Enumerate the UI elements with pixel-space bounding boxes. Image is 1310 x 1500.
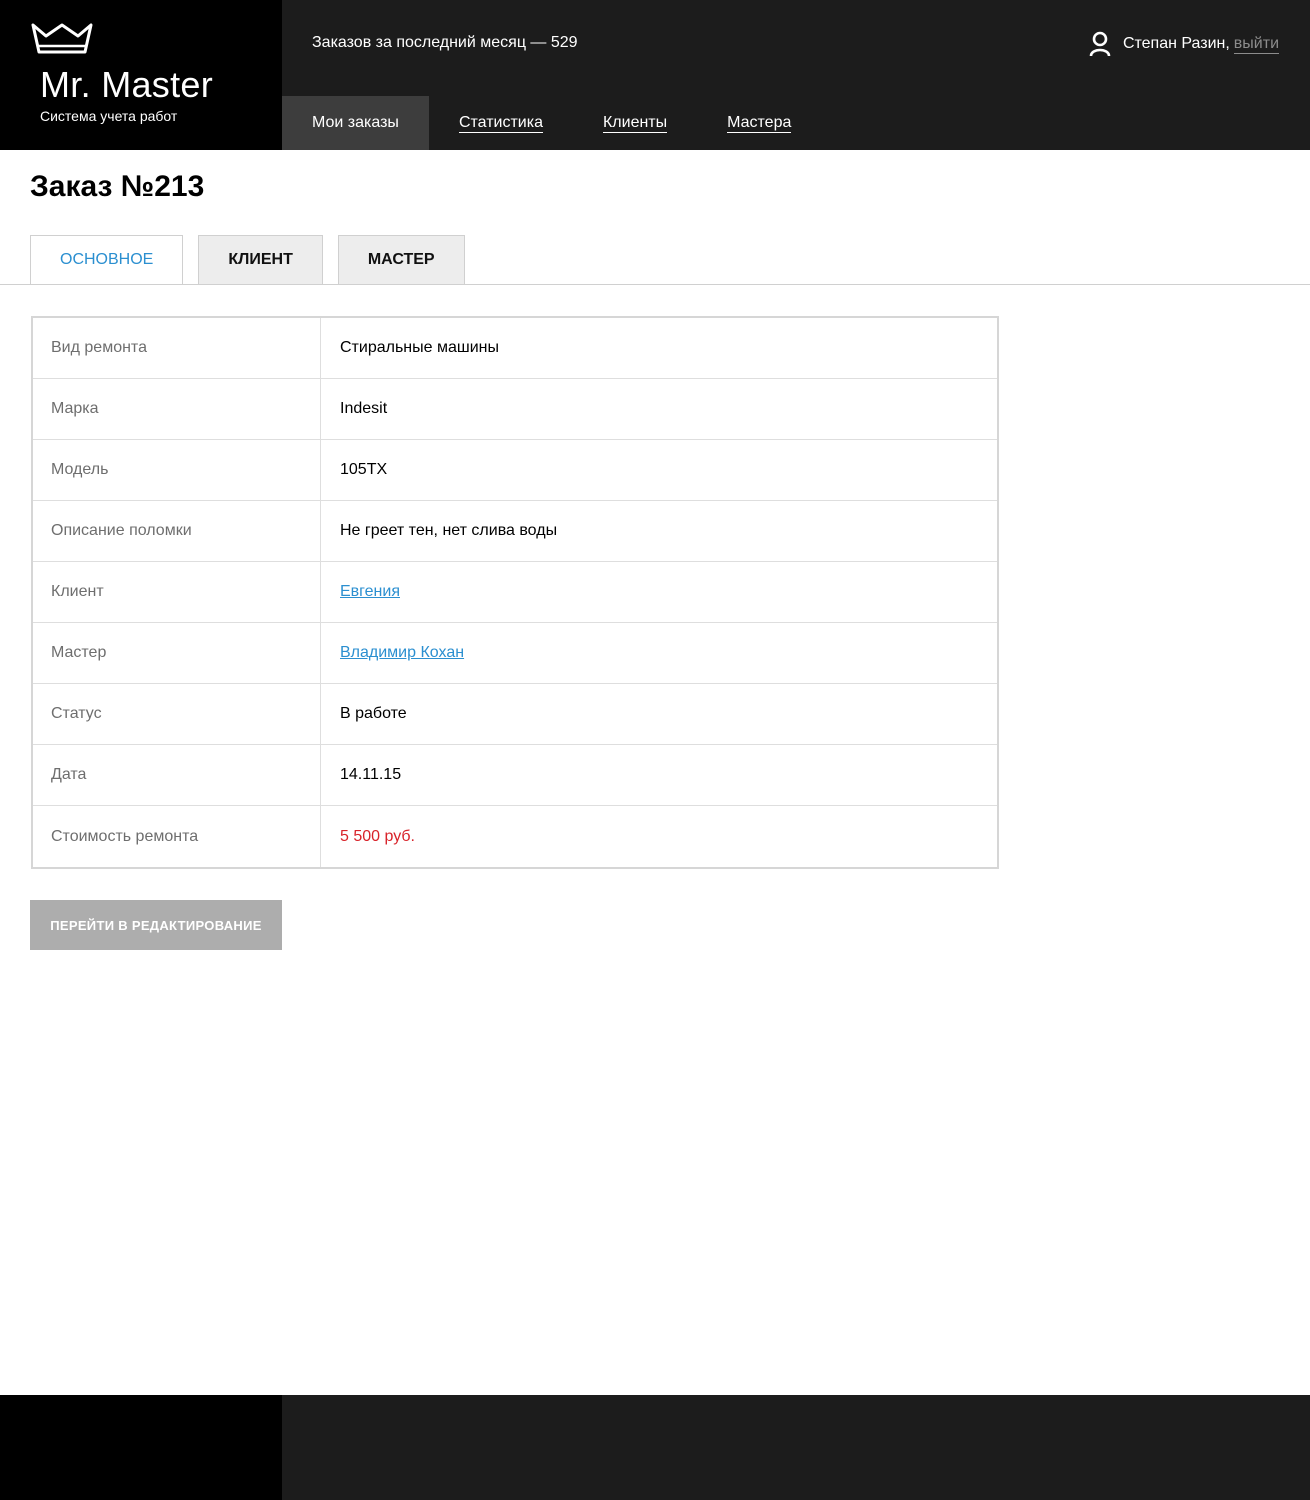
nav-item-label: Клиенты xyxy=(602,113,668,133)
row-label: Модель xyxy=(33,440,321,500)
nav-item-label: Мастера xyxy=(727,113,792,133)
main-nav: Мои заказы Статистика Клиенты Мастера xyxy=(282,96,821,150)
brand-tagline: Система учета работ xyxy=(40,108,178,124)
table-row: Вид ремонта Стиральные машины xyxy=(33,318,997,379)
app-footer xyxy=(0,1395,1310,1500)
client-link[interactable]: Евгения xyxy=(340,583,400,601)
table-row: Стоимость ремонта 5 500 руб. xyxy=(33,806,997,867)
row-label: Описание поломки xyxy=(33,501,321,561)
table-row: Клиент Евгения xyxy=(33,562,997,623)
user-area: Степан Разин, выйти xyxy=(1089,30,1279,58)
nav-item-label: Мои заказы xyxy=(312,114,399,131)
row-value-repair-type: Стиральные машины xyxy=(340,339,499,356)
row-value-model: 105TX xyxy=(340,461,388,478)
row-label: Вид ремонта xyxy=(33,318,321,378)
nav-item-my-orders[interactable]: Мои заказы xyxy=(282,96,429,150)
tab-master[interactable]: Мастер xyxy=(337,235,465,285)
nav-item-statistics[interactable]: Статистика xyxy=(429,96,573,150)
row-value-master: Владимир Кохан xyxy=(321,623,997,683)
table-row: Описание поломки Не греет тен, нет слива… xyxy=(33,501,997,562)
tabs-divider xyxy=(0,284,1310,285)
footer-logo-block xyxy=(0,1395,282,1500)
row-value-brand: Indesit xyxy=(340,400,388,417)
row-label: Клиент xyxy=(33,562,321,622)
edit-button[interactable]: Перейти в редактирование xyxy=(30,900,282,950)
row-label: Статус xyxy=(33,684,321,744)
row-value-client: Евгения xyxy=(321,562,997,622)
row-value-status: В работе xyxy=(340,705,407,722)
row-label: Мастер xyxy=(33,623,321,683)
row-label: Марка xyxy=(33,379,321,439)
logo-block[interactable]: Mr. Master Система учета работ xyxy=(0,0,282,150)
table-row: Статус В работе xyxy=(33,684,997,745)
row-value-date: 14.11.15 xyxy=(340,766,402,783)
row-value-price: 5 500 руб. xyxy=(340,827,415,845)
tabs: Основное Клиент Мастер xyxy=(30,235,480,285)
order-details-table: Вид ремонта Стиральные машины Марка Inde… xyxy=(31,316,999,869)
table-row: Марка Indesit xyxy=(33,379,997,440)
table-row: Дата 14.11.15 xyxy=(33,745,997,806)
nav-item-clients[interactable]: Клиенты xyxy=(573,96,697,150)
logout-link[interactable]: выйти xyxy=(1233,35,1279,54)
user-name: Степан Разин, xyxy=(1122,35,1230,52)
nav-item-label: Статистика xyxy=(458,113,543,133)
tab-main[interactable]: Основное xyxy=(30,235,184,285)
app-header: Mr. Master Система учета работ Заказов з… xyxy=(0,0,1310,150)
brand-name: Mr. Master xyxy=(40,64,214,105)
master-link[interactable]: Владимир Кохан xyxy=(340,644,464,662)
crown-basin-icon xyxy=(31,23,93,54)
table-row: Мастер Владимир Кохан xyxy=(33,623,997,684)
page-title: Заказ №213 xyxy=(30,170,205,203)
nav-item-masters[interactable]: Мастера xyxy=(697,96,821,150)
tab-client[interactable]: Клиент xyxy=(198,235,323,285)
row-label: Стоимость ремонта xyxy=(33,806,321,867)
row-value-fault-description: Не греет тен, нет слива воды xyxy=(340,522,558,539)
user-icon xyxy=(1089,31,1111,57)
row-label: Дата xyxy=(33,745,321,805)
table-row: Модель 105TX xyxy=(33,440,997,501)
orders-count: Заказов за последний месяц — 529 xyxy=(312,34,578,51)
